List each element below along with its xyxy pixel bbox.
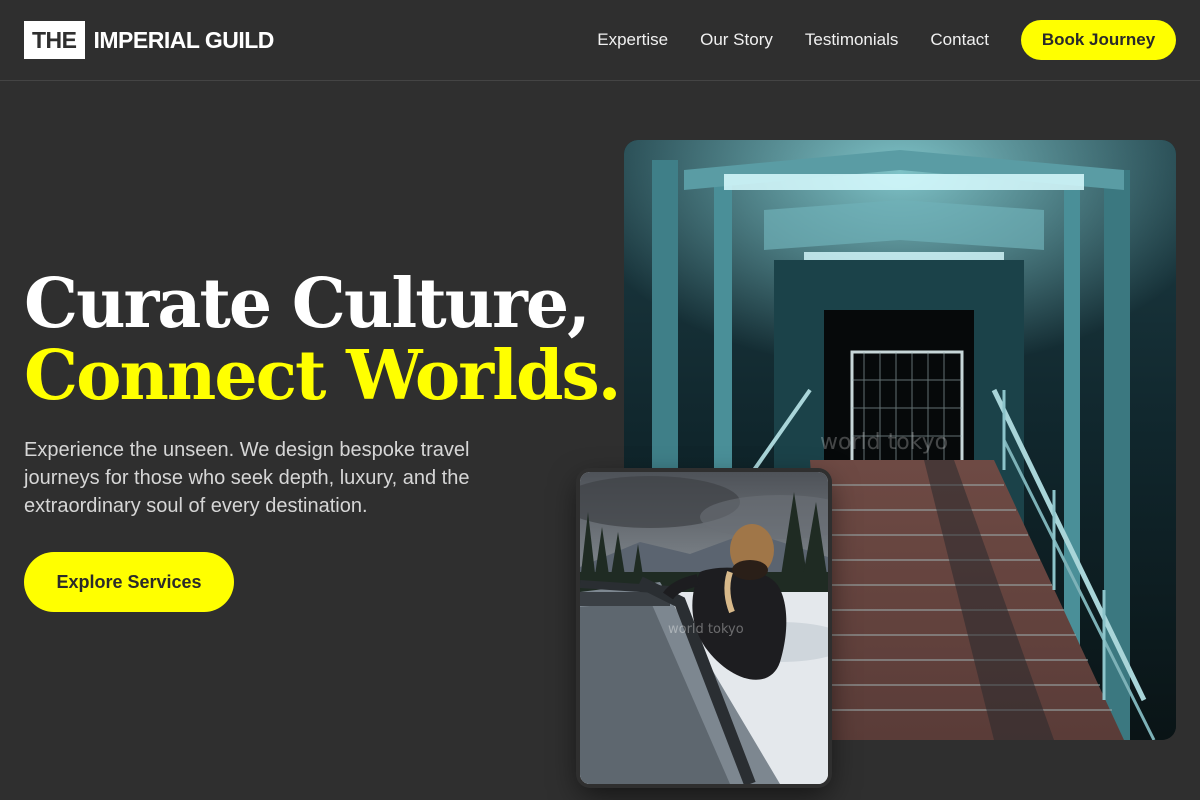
hero-subtitle: Experience the unseen. We design bespoke… xyxy=(24,439,470,517)
brand-name: IMPERIAL GUILD xyxy=(93,26,275,53)
nav-link-testimonials[interactable]: Testimonials xyxy=(805,30,899,50)
site-header: THE IMPERIAL GUILD Expertise Our Story T… xyxy=(0,0,1200,81)
nav-link-contact[interactable]: Contact xyxy=(930,30,989,50)
nav-link-expertise[interactable]: Expertise xyxy=(597,30,668,50)
hero-title-line-2: Connect Worlds. xyxy=(24,336,621,416)
traveler-illustration xyxy=(580,472,828,784)
book-journey-button[interactable]: Book Journey xyxy=(1021,20,1176,60)
hero-title: Curate Culture, Connect Worlds. xyxy=(24,264,621,416)
traveler-snow-image: world tokyo xyxy=(580,472,828,784)
nav-link-our-story[interactable]: Our Story xyxy=(700,30,773,50)
logo-box: THE xyxy=(24,21,85,59)
explore-services-button[interactable]: Explore Services xyxy=(24,552,234,612)
brand-logo[interactable]: THE IMPERIAL GUILD xyxy=(24,21,274,59)
hero-title-line-1: Curate Culture, xyxy=(24,264,591,344)
main-nav: Expertise Our Story Testimonials Contact xyxy=(597,30,989,50)
